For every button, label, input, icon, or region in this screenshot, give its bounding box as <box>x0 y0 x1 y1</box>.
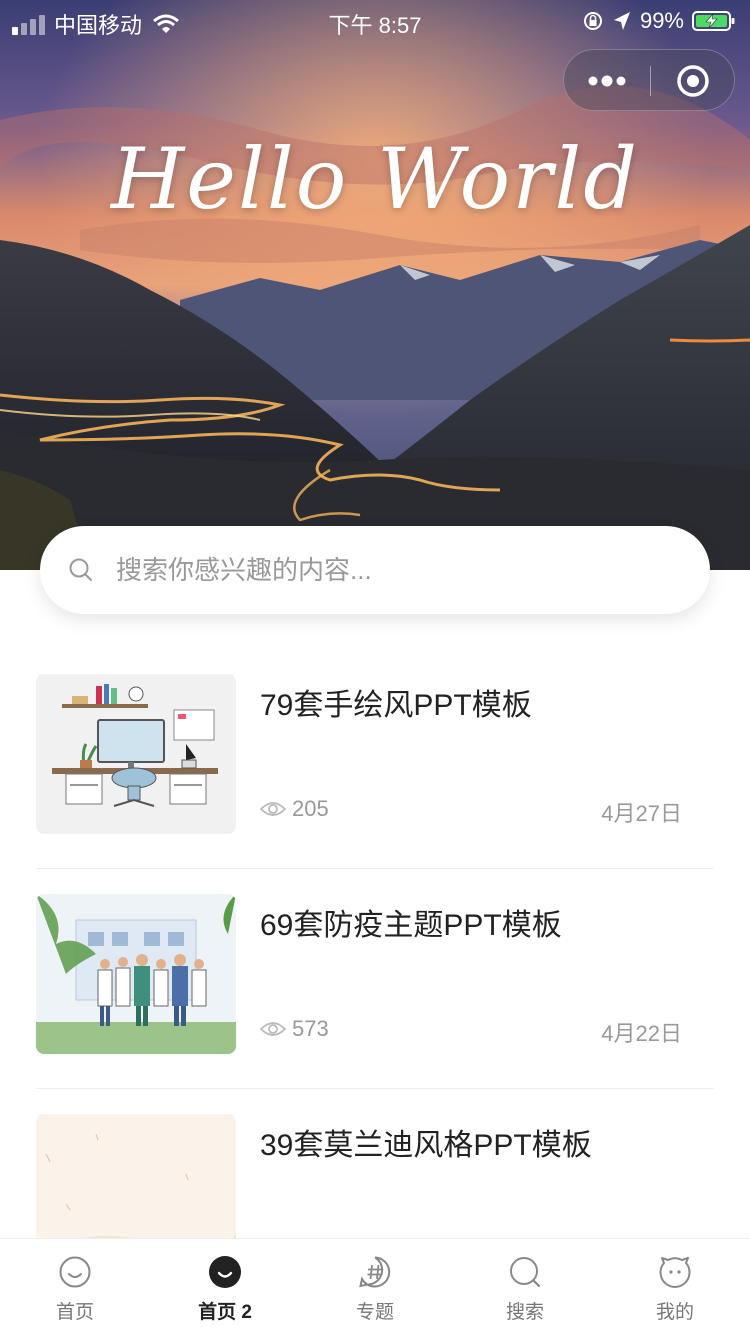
item-title: 69套防疫主题PPT模板 <box>260 909 562 942</box>
tab-topics[interactable]: 专题 <box>300 1239 450 1334</box>
item-thumbnail <box>36 894 236 1054</box>
eye-icon <box>260 1022 286 1036</box>
item-views: 573 <box>260 1016 329 1042</box>
tab-label: 首页 2 <box>198 1302 252 1323</box>
tab-home[interactable]: 首页 <box>0 1239 150 1334</box>
tab-label: 首页 <box>55 1302 94 1323</box>
search-icon <box>69 558 92 581</box>
location-arrow-icon <box>613 12 630 30</box>
status-bar: 中国移动 下午 8:57 99% <box>0 0 750 40</box>
hero-banner: 中国移动 下午 8:57 99% Hello World <box>0 0 750 570</box>
battery-percent: 99% <box>639 8 684 33</box>
divider <box>36 1088 714 1089</box>
medical-staff-illustration <box>36 894 236 1054</box>
tab-profile[interactable]: 我的 <box>600 1239 750 1334</box>
smile-filled-icon <box>209 1256 241 1288</box>
tab-label: 搜索 <box>505 1302 544 1323</box>
item-date: 4月27日 <box>601 801 682 826</box>
list-item[interactable]: 69套防疫主题PPT模板 573 4月22日 <box>36 894 714 1114</box>
hashtag-icon <box>359 1256 391 1288</box>
search-icon <box>510 1257 541 1288</box>
tab-label: 我的 <box>655 1302 694 1323</box>
search-bar[interactable] <box>40 526 710 614</box>
rotation-lock-icon <box>583 12 602 30</box>
item-date: 4月22日 <box>601 1021 682 1046</box>
battery-charging-icon <box>692 11 735 31</box>
template-list: 79套手绘风PPT模板 205 4月27日 69套防疫主题PPT模板 573 4… <box>36 674 714 1334</box>
divider <box>36 868 714 869</box>
face-icon <box>659 1257 691 1288</box>
desk-illustration <box>36 674 236 834</box>
tab-bar: 首页 首页 2 专题 搜索 我的 <box>0 1238 750 1334</box>
tab-home-2[interactable]: 首页 2 <box>150 1239 300 1334</box>
eye-icon <box>260 802 286 816</box>
item-thumbnail <box>36 674 236 834</box>
view-count: 205 <box>292 796 329 821</box>
search-input[interactable] <box>116 554 656 586</box>
smile-icon <box>59 1256 91 1288</box>
list-item[interactable]: 79套手绘风PPT模板 205 4月27日 <box>36 674 714 894</box>
more-dots-icon <box>588 75 626 87</box>
tab-search[interactable]: 搜索 <box>450 1239 600 1334</box>
more-button[interactable] <box>564 50 650 112</box>
close-miniprogram-button[interactable] <box>650 50 736 112</box>
item-title: 79套手绘风PPT模板 <box>260 689 532 722</box>
target-circle-icon <box>677 65 709 97</box>
item-views: 205 <box>260 796 329 822</box>
tab-label: 专题 <box>355 1302 394 1323</box>
hero-title: Hello World <box>111 130 639 228</box>
miniprogram-capsule <box>563 49 735 111</box>
view-count: 573 <box>292 1016 329 1041</box>
item-title: 39套莫兰迪风格PPT模板 <box>260 1129 592 1162</box>
